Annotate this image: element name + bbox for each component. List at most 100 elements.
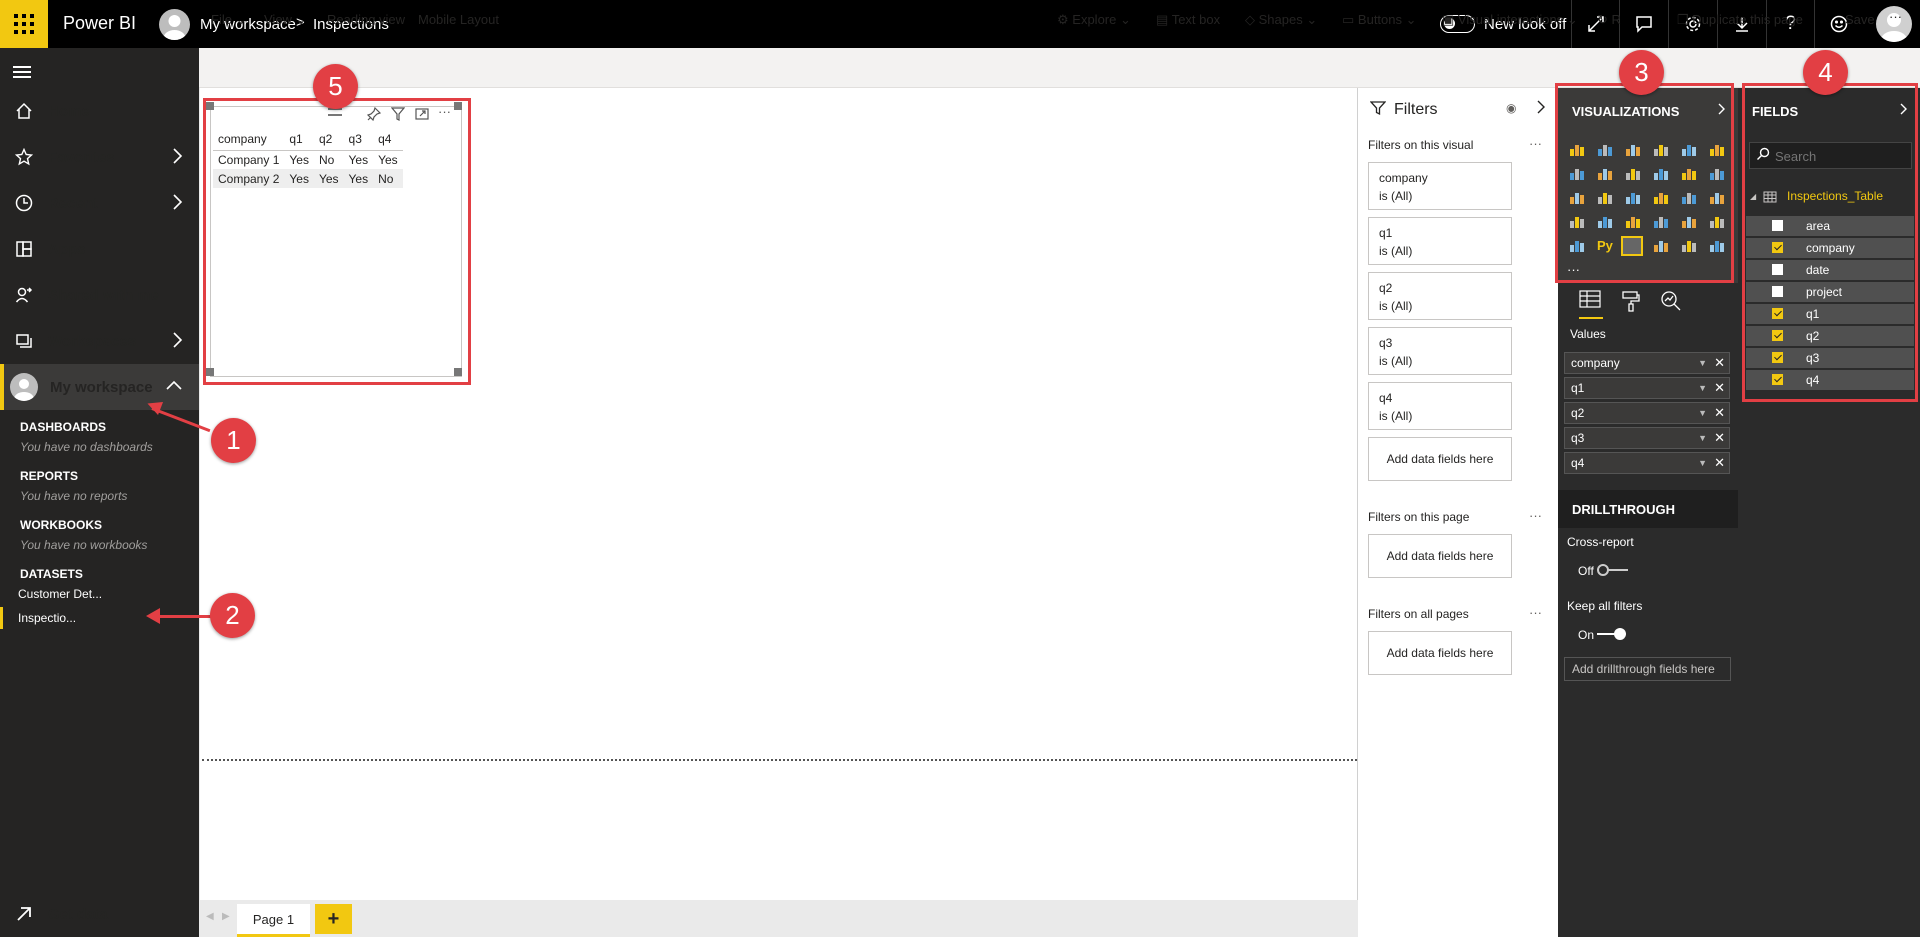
arcgis-map-icon[interactable]: [1709, 238, 1725, 253]
nav-recent[interactable]: Recent: [0, 180, 199, 226]
field-checkbox[interactable]: [1772, 220, 1783, 231]
visual-more-icon[interactable]: ···: [438, 104, 451, 119]
nav-get-data[interactable]: Get data: [0, 891, 199, 937]
column-header[interactable]: q4: [373, 128, 403, 151]
multi-row-card-icon[interactable]: [1681, 214, 1697, 229]
more-visuals-icon[interactable]: ···: [1567, 262, 1580, 277]
stacked-bar-chart-icon[interactable]: [1569, 142, 1585, 157]
filter-card[interactable]: company is (All): [1368, 162, 1512, 210]
scatter-chart-icon[interactable]: [1597, 190, 1613, 205]
page-tab[interactable]: Page 1: [237, 904, 310, 937]
resize-handle[interactable]: [454, 368, 462, 376]
field-checkbox[interactable]: [1772, 242, 1783, 253]
resize-handle[interactable]: [454, 102, 462, 110]
view-menu[interactable]: View ⌄: [264, 12, 306, 28]
dataset-item-inspections[interactable]: Inspectio...: [0, 607, 199, 629]
format-paint-roller-icon[interactable]: [1621, 290, 1641, 317]
chevron-right-icon[interactable]: [171, 147, 183, 170]
pie-chart-icon[interactable]: [1625, 190, 1641, 205]
brand-name[interactable]: Power BI: [63, 13, 136, 34]
column-header[interactable]: q2: [313, 128, 344, 151]
matrix-icon[interactable]: [1653, 238, 1669, 253]
chevron-down-icon[interactable]: ▼: [1698, 403, 1707, 423]
remove-field-icon[interactable]: ✕: [1714, 378, 1725, 398]
value-field-chip[interactable]: q1 ▼ ✕: [1564, 377, 1730, 399]
dataset-item-customer[interactable]: Customer Det...: [0, 583, 199, 605]
column-header[interactable]: company: [213, 128, 285, 151]
line-column-chart-icon[interactable]: [1653, 166, 1669, 181]
visual-interactions-menu[interactable]: ▣ Visual interactions ⌄: [1442, 12, 1578, 28]
hamburger-menu-icon[interactable]: [13, 66, 31, 81]
filter-card[interactable]: q4 is (All): [1368, 382, 1512, 430]
chevron-down-icon[interactable]: ▼: [1698, 453, 1707, 473]
stacked-area-chart-icon[interactable]: [1625, 166, 1641, 181]
chevron-down-icon[interactable]: ▼: [1698, 378, 1707, 398]
collapse-viz-icon[interactable]: [1717, 102, 1726, 121]
filter-icon[interactable]: [390, 107, 406, 126]
shapes-menu[interactable]: ◇ Shapes ⌄: [1245, 12, 1317, 28]
gauge-icon[interactable]: [1625, 214, 1641, 229]
fields-tab-icon[interactable]: [1579, 289, 1603, 319]
map-icon[interactable]: [1709, 190, 1725, 205]
text-box-button[interactable]: ▤ Text box: [1156, 12, 1220, 28]
column-header[interactable]: q1: [284, 128, 314, 151]
resize-handle[interactable]: [206, 368, 214, 376]
line-clustered-column-icon[interactable]: [1681, 166, 1697, 181]
value-field-chip[interactable]: q4 ▼ ✕: [1564, 452, 1730, 474]
field-checkbox[interactable]: [1772, 374, 1783, 385]
python-visual-icon[interactable]: Py: [1597, 238, 1613, 253]
donut-chart-icon[interactable]: [1653, 190, 1669, 205]
file-menu[interactable]: File ⌄: [211, 12, 246, 28]
100-column-chart-icon[interactable]: [1709, 142, 1725, 157]
chevron-right-icon[interactable]: [171, 331, 183, 354]
toggle-knob[interactable]: [1614, 628, 1626, 640]
remove-field-icon[interactable]: ✕: [1714, 428, 1725, 448]
100-bar-chart-icon[interactable]: [1681, 142, 1697, 157]
value-field-chip[interactable]: q2 ▼ ✕: [1564, 402, 1730, 424]
add-all-filter-drop[interactable]: Add data fields here: [1368, 631, 1512, 675]
table-name[interactable]: Inspections_Table: [1787, 189, 1883, 203]
clustered-bar-chart-icon[interactable]: [1625, 142, 1641, 157]
fields-search-input[interactable]: [1775, 147, 1907, 165]
add-page-button[interactable]: +: [315, 904, 352, 934]
filters-visual-more-icon[interactable]: ···: [1529, 136, 1542, 151]
filters-all-more-icon[interactable]: ···: [1529, 605, 1542, 620]
field-checkbox[interactable]: [1772, 264, 1783, 275]
explore-menu[interactable]: ⚙ Explore ⌄: [1057, 12, 1131, 28]
area-chart-icon[interactable]: [1597, 166, 1613, 181]
toggle-knob[interactable]: [1597, 564, 1609, 576]
chevron-down-icon[interactable]: ▼: [1698, 428, 1707, 448]
eye-icon[interactable]: ◉: [1506, 101, 1516, 115]
save-button[interactable]: Save: [1845, 12, 1875, 27]
chevron-up-icon[interactable]: [165, 377, 183, 400]
field-checkbox[interactable]: [1772, 308, 1783, 319]
remove-field-icon[interactable]: ✕: [1714, 453, 1725, 473]
prev-page-icon[interactable]: ◀: [206, 911, 214, 922]
nav-workspaces[interactable]: Workspaces: [0, 318, 199, 364]
waterfall-chart-icon[interactable]: [1569, 190, 1585, 205]
drag-grip-icon[interactable]: [328, 108, 342, 116]
nav-apps[interactable]: Apps: [0, 226, 199, 272]
slicer-icon[interactable]: [1569, 238, 1585, 253]
remove-field-icon[interactable]: ✕: [1714, 353, 1725, 373]
nav-shared[interactable]: Shared with me: [0, 272, 199, 318]
app-launcher-button[interactable]: [0, 0, 48, 48]
add-visual-filter-drop[interactable]: Add data fields here: [1368, 437, 1512, 481]
more-options-icon[interactable]: ···: [1889, 9, 1902, 24]
nav-my-workspace[interactable]: My workspace: [0, 364, 199, 410]
focus-mode-icon[interactable]: [415, 107, 429, 126]
filter-card[interactable]: q2 is (All): [1368, 272, 1512, 320]
next-page-icon[interactable]: ▶: [222, 911, 230, 922]
buttons-menu[interactable]: ▭ Buttons ⌄: [1342, 12, 1417, 28]
value-field-chip[interactable]: q3 ▼ ✕: [1564, 427, 1730, 449]
mobile-layout-button[interactable]: Mobile Layout: [418, 12, 499, 27]
treemap-icon[interactable]: [1681, 190, 1697, 205]
collapse-filters-icon[interactable]: [1536, 99, 1546, 120]
filter-card[interactable]: q1 is (All): [1368, 217, 1512, 265]
card-icon[interactable]: [1653, 214, 1669, 229]
expand-triangle-icon[interactable]: ◢: [1750, 192, 1756, 201]
clustered-column-chart-icon[interactable]: [1653, 142, 1669, 157]
collapse-fields-icon[interactable]: [1899, 102, 1908, 121]
resize-handle[interactable]: [206, 102, 214, 110]
field-checkbox[interactable]: [1772, 330, 1783, 341]
